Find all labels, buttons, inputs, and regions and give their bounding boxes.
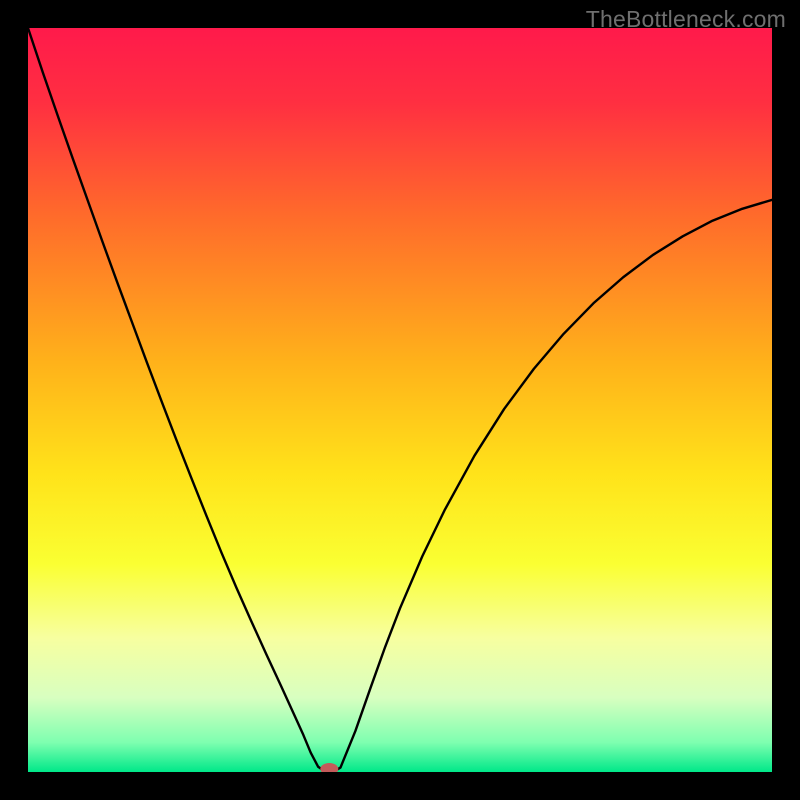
watermark-text: TheBottleneck.com xyxy=(586,6,786,33)
chart-frame: TheBottleneck.com xyxy=(0,0,800,800)
bottleneck-chart xyxy=(28,28,772,772)
gradient-background xyxy=(28,28,772,772)
plot-area xyxy=(28,28,772,772)
